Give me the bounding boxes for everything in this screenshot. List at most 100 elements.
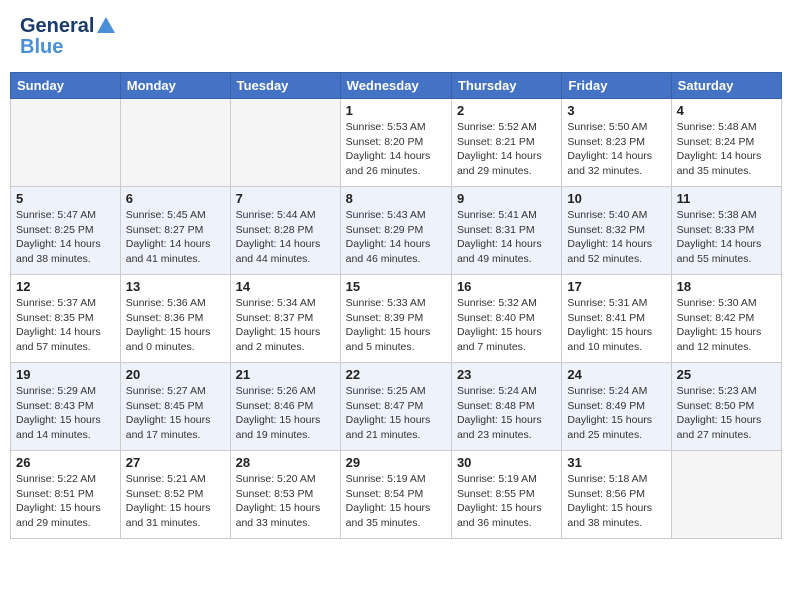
calendar-cell: 3 Sunrise: 5:50 AMSunset: 8:23 PMDaylight… — [562, 99, 671, 187]
day-info: Sunrise: 5:53 AMSunset: 8:20 PMDaylight:… — [346, 120, 446, 179]
calendar-cell: 16Sunrise: 5:32 AMSunset: 8:40 PMDayligh… — [451, 275, 561, 363]
day-number: 25 — [677, 367, 776, 382]
day-info: Sunrise: 5:18 AMSunset: 8:56 PMDaylight:… — [567, 472, 665, 531]
day-info: Sunrise: 5:44 AMSunset: 8:28 PMDaylight:… — [236, 208, 335, 267]
day-number: 1 — [346, 103, 446, 118]
day-number: 23 — [457, 367, 556, 382]
calendar-cell: 14 Sunrise: 5:34 AMSunset: 8:37 PMDayligh… — [230, 275, 340, 363]
day-info: Sunrise: 5:20 AMSunset: 8:53 PMDaylight:… — [236, 472, 335, 531]
day-info: Sunrise: 5:29 AMSunset: 8:43 PMDaylight:… — [16, 384, 115, 443]
day-info: Sunrise: 5:43 AMSunset: 8:29 PMDaylight:… — [346, 208, 446, 267]
day-number: 7 — [236, 191, 335, 206]
day-number: 22 — [346, 367, 446, 382]
weekday-header-tuesday: Tuesday — [230, 73, 340, 99]
day-info: Sunrise: 5:50 AMSunset: 8:23 PMDaylight:… — [567, 120, 665, 179]
day-number: 14 — [236, 279, 335, 294]
calendar-cell: 18 Sunrise: 5:30 AMSunset: 8:42 PMDayligh… — [671, 275, 781, 363]
calendar-cell: 20Sunrise: 5:27 AMSunset: 8:45 PMDayligh… — [120, 363, 230, 451]
day-info: Sunrise: 5:38 AMSunset: 8:33 PMDaylight:… — [677, 208, 776, 267]
calendar-cell: 23 Sunrise: 5:24 AMSunset: 8:48 PMDayligh… — [451, 363, 561, 451]
day-info: Sunrise: 5:24 AMSunset: 8:48 PMDaylight:… — [457, 384, 556, 443]
calendar-cell — [11, 99, 121, 187]
day-number: 13 — [126, 279, 225, 294]
day-number: 26 — [16, 455, 115, 470]
day-number: 3 — [567, 103, 665, 118]
calendar-cell: 12 Sunrise: 5:37 AMSunset: 8:35 PMDayligh… — [11, 275, 121, 363]
calendar-table: SundayMondayTuesdayWednesdayThursdayFrid… — [10, 72, 782, 539]
day-number: 12 — [16, 279, 115, 294]
calendar-cell: 22 Sunrise: 5:25 AMSunset: 8:47 PMDayligh… — [340, 363, 451, 451]
calendar-header-row: SundayMondayTuesdayWednesdayThursdayFrid… — [11, 73, 782, 99]
day-info: Sunrise: 5:19 AMSunset: 8:55 PMDaylight:… — [457, 472, 556, 531]
calendar-week-2: 5 Sunrise: 5:47 AMSunset: 8:25 PMDaylight… — [11, 187, 782, 275]
calendar-cell: 17 Sunrise: 5:31 AMSunset: 8:41 PMDayligh… — [562, 275, 671, 363]
calendar-cell: 10 Sunrise: 5:40 AMSunset: 8:32 PMDayligh… — [562, 187, 671, 275]
calendar-cell: 6 Sunrise: 5:45 AMSunset: 8:27 PMDaylight… — [120, 187, 230, 275]
logo-blue-text: Blue — [20, 36, 63, 59]
logo: General Blue — [20, 15, 115, 59]
day-number: 10 — [567, 191, 665, 206]
day-number: 6 — [126, 191, 225, 206]
day-info: Sunrise: 5:41 AMSunset: 8:31 PMDaylight:… — [457, 208, 556, 267]
day-number: 27 — [126, 455, 225, 470]
day-number: 28 — [236, 455, 335, 470]
day-info: Sunrise: 5:25 AMSunset: 8:47 PMDaylight:… — [346, 384, 446, 443]
calendar-cell: 28 Sunrise: 5:20 AMSunset: 8:53 PMDayligh… — [230, 451, 340, 539]
day-number: 19 — [16, 367, 115, 382]
calendar-week-3: 12 Sunrise: 5:37 AMSunset: 8:35 PMDayligh… — [11, 275, 782, 363]
calendar-cell: 24Sunrise: 5:24 AMSunset: 8:49 PMDayligh… — [562, 363, 671, 451]
calendar-week-5: 26 Sunrise: 5:22 AMSunset: 8:51 PMDayligh… — [11, 451, 782, 539]
day-info: Sunrise: 5:47 AMSunset: 8:25 PMDaylight:… — [16, 208, 115, 267]
calendar-cell: 5 Sunrise: 5:47 AMSunset: 8:25 PMDaylight… — [11, 187, 121, 275]
day-number: 31 — [567, 455, 665, 470]
calendar-cell — [120, 99, 230, 187]
day-number: 17 — [567, 279, 665, 294]
day-number: 15 — [346, 279, 446, 294]
day-info: Sunrise: 5:40 AMSunset: 8:32 PMDaylight:… — [567, 208, 665, 267]
day-number: 9 — [457, 191, 556, 206]
day-number: 30 — [457, 455, 556, 470]
day-number: 5 — [16, 191, 115, 206]
day-info: Sunrise: 5:26 AMSunset: 8:46 PMDaylight:… — [236, 384, 335, 443]
day-number: 4 — [677, 103, 776, 118]
weekday-header-monday: Monday — [120, 73, 230, 99]
calendar-cell: 26 Sunrise: 5:22 AMSunset: 8:51 PMDayligh… — [11, 451, 121, 539]
calendar-cell: 31 Sunrise: 5:18 AMSunset: 8:56 PMDayligh… — [562, 451, 671, 539]
day-number: 11 — [677, 191, 776, 206]
day-info: Sunrise: 5:45 AMSunset: 8:27 PMDaylight:… — [126, 208, 225, 267]
calendar-week-1: 1 Sunrise: 5:53 AMSunset: 8:20 PMDaylight… — [11, 99, 782, 187]
weekday-header-saturday: Saturday — [671, 73, 781, 99]
calendar-cell: 25 Sunrise: 5:23 AMSunset: 8:50 PMDayligh… — [671, 363, 781, 451]
calendar-week-4: 19 Sunrise: 5:29 AMSunset: 8:43 PMDayligh… — [11, 363, 782, 451]
day-info: Sunrise: 5:34 AMSunset: 8:37 PMDaylight:… — [236, 296, 335, 355]
day-info: Sunrise: 5:19 AMSunset: 8:54 PMDaylight:… — [346, 472, 446, 531]
day-number: 20 — [126, 367, 225, 382]
page-header: General Blue — [10, 10, 782, 64]
calendar-cell: 21Sunrise: 5:26 AMSunset: 8:46 PMDayligh… — [230, 363, 340, 451]
calendar-cell: 30 Sunrise: 5:19 AMSunset: 8:55 PMDayligh… — [451, 451, 561, 539]
day-info: Sunrise: 5:37 AMSunset: 8:35 PMDaylight:… — [16, 296, 115, 355]
day-number: 24 — [567, 367, 665, 382]
day-info: Sunrise: 5:36 AMSunset: 8:36 PMDaylight:… — [126, 296, 225, 355]
day-info: Sunrise: 5:23 AMSunset: 8:50 PMDaylight:… — [677, 384, 776, 443]
day-info: Sunrise: 5:21 AMSunset: 8:52 PMDaylight:… — [126, 472, 225, 531]
day-info: Sunrise: 5:33 AMSunset: 8:39 PMDaylight:… — [346, 296, 446, 355]
day-info: Sunrise: 5:31 AMSunset: 8:41 PMDaylight:… — [567, 296, 665, 355]
weekday-header-thursday: Thursday — [451, 73, 561, 99]
calendar-cell: 7 Sunrise: 5:44 AMSunset: 8:28 PMDaylight… — [230, 187, 340, 275]
weekday-header-wednesday: Wednesday — [340, 73, 451, 99]
day-number: 29 — [346, 455, 446, 470]
calendar-cell: 9 Sunrise: 5:41 AMSunset: 8:31 PMDaylight… — [451, 187, 561, 275]
day-info: Sunrise: 5:52 AMSunset: 8:21 PMDaylight:… — [457, 120, 556, 179]
calendar-cell: 29 Sunrise: 5:19 AMSunset: 8:54 PMDayligh… — [340, 451, 451, 539]
day-number: 16 — [457, 279, 556, 294]
day-number: 18 — [677, 279, 776, 294]
calendar-cell: 2Sunrise: 5:52 AMSunset: 8:21 PMDaylight… — [451, 99, 561, 187]
calendar-cell: 13 Sunrise: 5:36 AMSunset: 8:36 PMDayligh… — [120, 275, 230, 363]
day-number: 8 — [346, 191, 446, 206]
day-info: Sunrise: 5:22 AMSunset: 8:51 PMDaylight:… — [16, 472, 115, 531]
calendar-cell: 27 Sunrise: 5:21 AMSunset: 8:52 PMDayligh… — [120, 451, 230, 539]
calendar-cell — [671, 451, 781, 539]
day-info: Sunrise: 5:30 AMSunset: 8:42 PMDaylight:… — [677, 296, 776, 355]
weekday-header-friday: Friday — [562, 73, 671, 99]
